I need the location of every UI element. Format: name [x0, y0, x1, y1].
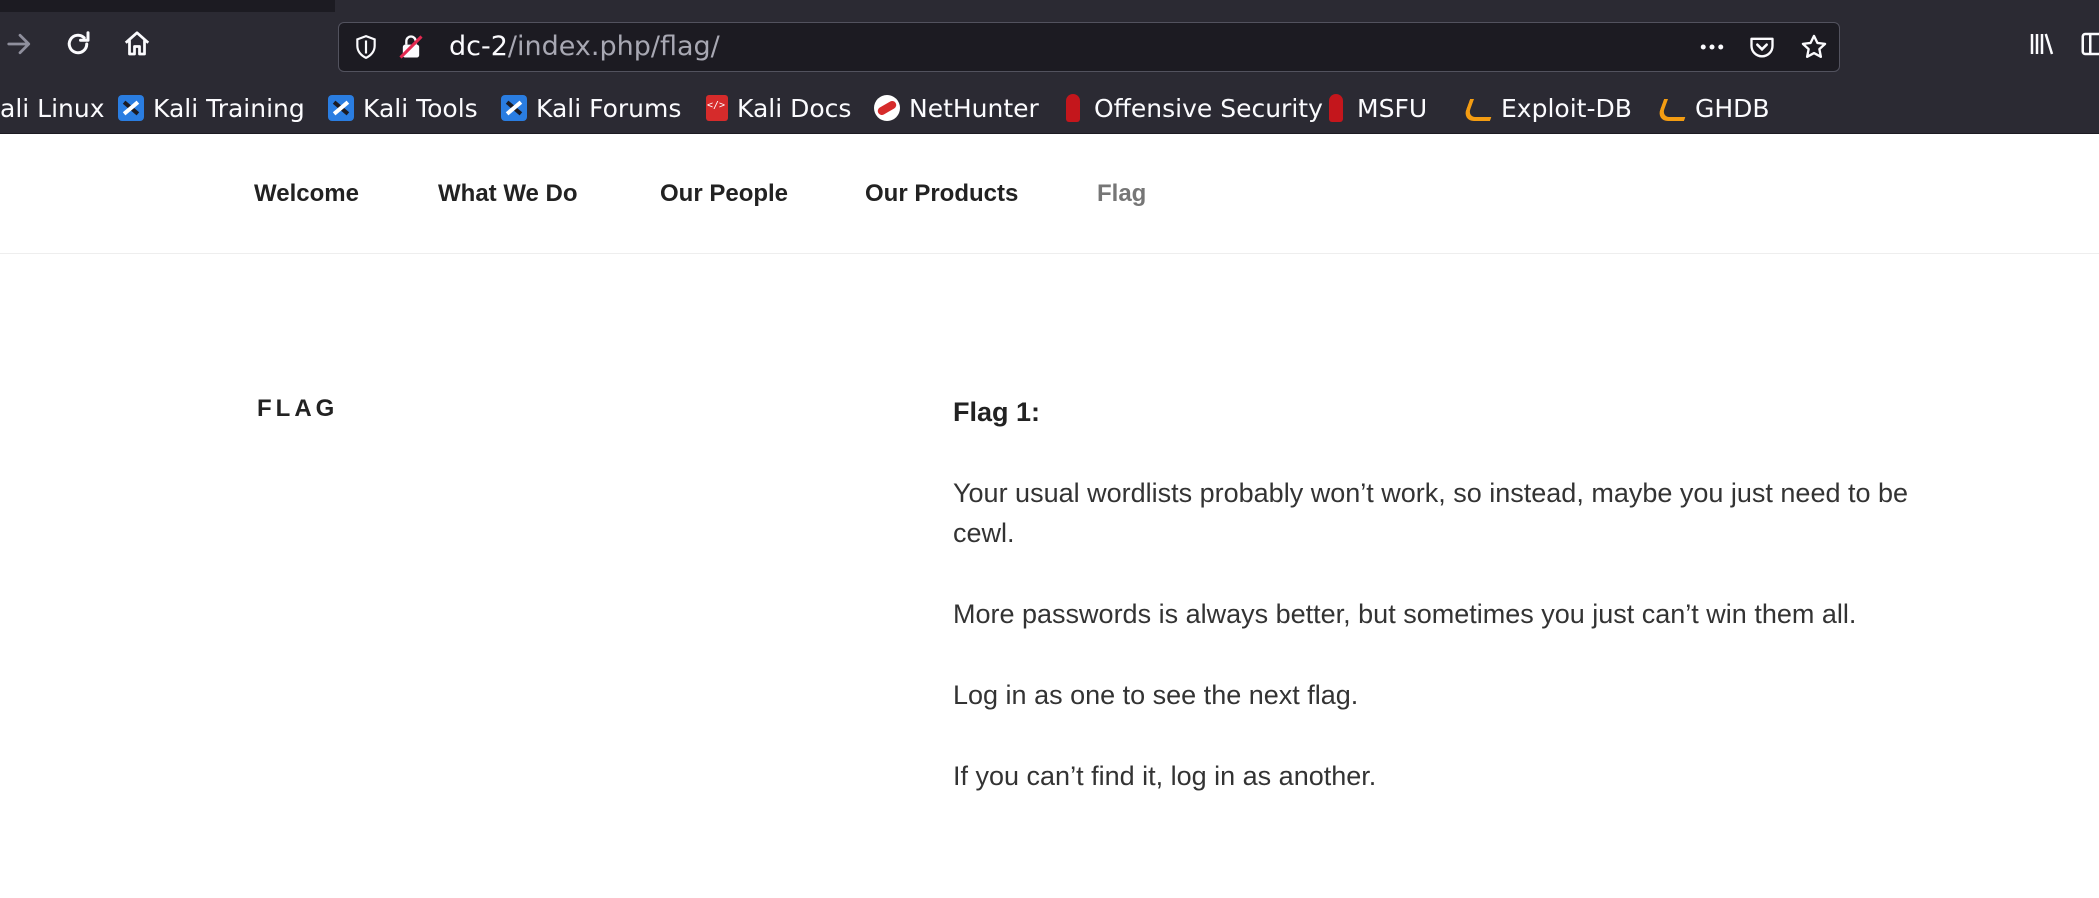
bookmark-kali-training[interactable]: Kali Training: [118, 82, 305, 134]
url-path: /index.php/flag/: [507, 31, 720, 62]
nethunter-icon: [874, 95, 900, 121]
forward-icon[interactable]: [0, 24, 40, 64]
kali-icon: [328, 95, 354, 121]
bookmark-label: Offensive Security: [1094, 93, 1323, 123]
pocket-icon[interactable]: [1745, 30, 1779, 64]
bookmark-kali-tools[interactable]: Kali Tools: [328, 82, 478, 134]
bookmark-label: Kali Training: [153, 93, 305, 123]
bookmark-ghdb[interactable]: GHDB: [1658, 82, 1770, 134]
bookmark-label: MSFU: [1357, 93, 1428, 123]
bookmark-star-icon[interactable]: [1797, 30, 1831, 64]
bookmark-label: NetHunter: [909, 93, 1039, 123]
bookmark-kali-linux[interactable]: ali Linux: [0, 82, 105, 134]
flag-heading: Flag 1:: [953, 397, 1041, 427]
tab-strip: [0, 0, 2099, 12]
url-bar[interactable]: dc-2/index.php/flag/: [338, 22, 1840, 72]
bookmarks-toolbar: ali Linux Kali Training Kali Tools Kali …: [0, 82, 2099, 134]
bookmark-msfu[interactable]: MSFU: [1323, 82, 1427, 134]
bookmark-nethunter[interactable]: NetHunter: [874, 82, 1039, 134]
nav-flag[interactable]: Flag: [1097, 134, 1146, 254]
url-text[interactable]: dc-2/index.php/flag/: [449, 23, 720, 71]
bookmark-label: ali Linux: [0, 93, 105, 123]
bookmark-exploit-db[interactable]: Exploit-DB: [1464, 82, 1632, 134]
browser-toolbar: dc-2/index.php/flag/: [0, 12, 2099, 82]
insecure-connection-lock-icon[interactable]: [394, 30, 428, 64]
ellipsis-icon[interactable]: [1695, 30, 1729, 64]
exploitdb-icon: [1658, 95, 1686, 121]
bookmark-label: Exploit-DB: [1501, 93, 1632, 123]
nav-our-people[interactable]: Our People: [660, 134, 788, 254]
offsec-icon: [1329, 94, 1343, 122]
bookmark-kali-forums[interactable]: Kali Forums: [501, 82, 681, 134]
exploitdb-icon: [1464, 95, 1492, 121]
kali-docs-icon: [706, 95, 728, 121]
bookmark-label: Kali Tools: [363, 93, 478, 123]
page-title: FLAG: [257, 395, 339, 422]
content-paragraph: Your usual wordlists probably won’t work…: [953, 478, 1909, 548]
home-icon[interactable]: [117, 24, 157, 64]
active-tab[interactable]: [335, 0, 2099, 12]
reload-icon[interactable]: [58, 24, 98, 64]
bookmark-offensive-security[interactable]: Offensive Security: [1060, 82, 1323, 134]
entry-content: Flag 1: Your usual wordlists probably wo…: [953, 392, 1913, 837]
url-host: dc-2: [449, 31, 508, 62]
kali-icon: [118, 95, 144, 121]
bookmark-label: Kali Docs: [737, 93, 852, 123]
sidebar-icon[interactable]: [2074, 24, 2099, 64]
tracking-protection-shield-icon[interactable]: [349, 30, 383, 64]
kali-icon: [501, 95, 527, 121]
site-navigation: Welcome What We Do Our People Our Produc…: [0, 134, 2099, 254]
bookmark-label: GHDB: [1695, 93, 1770, 123]
nav-our-products[interactable]: Our Products: [865, 134, 1018, 254]
content-paragraph: Log in as one to see the next flag.: [953, 680, 1359, 710]
offsec-icon: [1066, 94, 1080, 122]
bookmark-label: Kali Forums: [536, 93, 682, 123]
content-paragraph: If you can’t find it, log in as another.: [953, 761, 1377, 791]
nav-welcome[interactable]: Welcome: [254, 134, 359, 254]
bookmark-kali-docs[interactable]: Kali Docs: [706, 82, 851, 134]
content-paragraph: More passwords is always better, but som…: [953, 599, 1857, 629]
library-icon[interactable]: [2022, 24, 2062, 64]
nav-what-we-do[interactable]: What We Do: [438, 134, 578, 254]
